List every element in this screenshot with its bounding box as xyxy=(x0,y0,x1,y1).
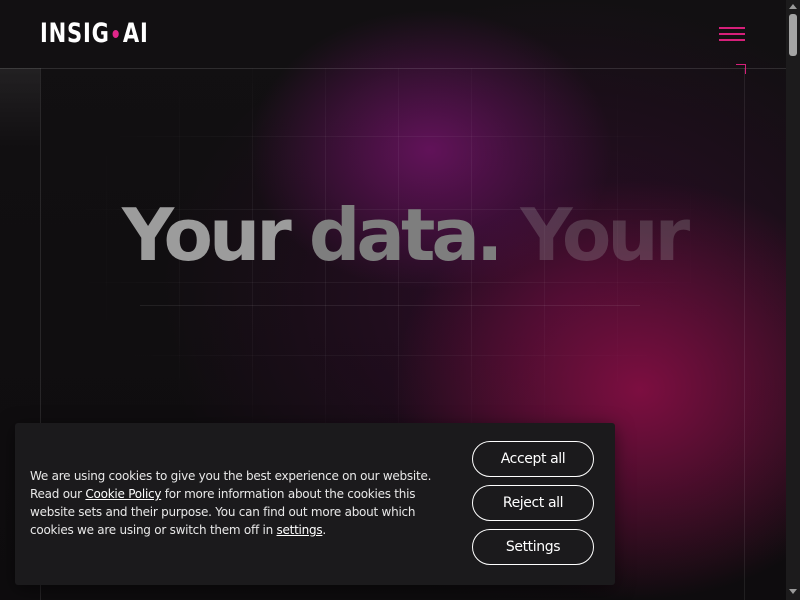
logo-dot-icon xyxy=(112,30,120,38)
scrollbar-thumb[interactable] xyxy=(789,14,797,56)
headline-word-1: Your xyxy=(122,193,309,277)
cookie-settings-link[interactable]: settings xyxy=(277,523,323,537)
hero-headline: Your data. Your xyxy=(122,190,690,280)
header-divider xyxy=(0,68,786,69)
headline-word-3: Your xyxy=(499,193,690,277)
accept-all-button[interactable]: Accept all xyxy=(472,441,594,477)
scrollbar[interactable] xyxy=(786,0,800,600)
scroll-up-arrow-icon[interactable] xyxy=(789,4,797,9)
decorative-glow xyxy=(0,68,40,148)
page: INSIG AI Your data. Your We are using co… xyxy=(0,0,800,600)
hero-divider xyxy=(140,305,640,306)
cookie-banner: We are using cookies to give you the bes… xyxy=(15,423,615,585)
cookie-message: We are using cookies to give you the bes… xyxy=(30,467,440,539)
cookie-text-3: . xyxy=(322,523,326,537)
logo[interactable]: INSIG AI xyxy=(40,18,149,50)
logo-text-right: AI xyxy=(122,18,149,49)
site-header: INSIG AI xyxy=(0,0,786,68)
settings-button[interactable]: Settings xyxy=(472,529,594,565)
logo-text-left: INSIG xyxy=(40,18,110,49)
reject-all-button[interactable]: Reject all xyxy=(472,485,594,521)
headline-word-2: data. xyxy=(308,193,503,277)
hamburger-menu-icon[interactable] xyxy=(717,24,747,42)
scroll-down-arrow-icon[interactable] xyxy=(789,589,797,594)
cookie-policy-link[interactable]: Cookie Policy xyxy=(85,487,161,501)
frame-line-right xyxy=(744,68,745,600)
